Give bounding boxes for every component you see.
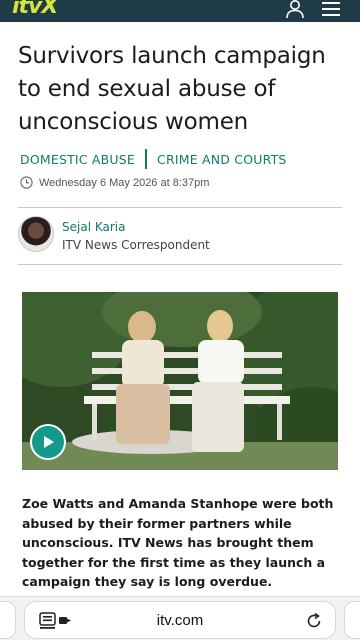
author-avatar [18,216,54,252]
tag-separator [145,149,148,169]
clock-icon [20,176,33,189]
next-tab-edge[interactable] [344,601,360,639]
play-icon [44,436,54,448]
video-player[interactable] [22,292,338,470]
url-text[interactable]: itv.com [25,612,335,629]
author-byline[interactable]: Sejal Karia ITV News Correspondent [18,216,342,256]
address-bar[interactable]: itv.com [24,601,336,639]
reload-icon[interactable] [305,612,323,630]
publish-date: Wednesday 6 May 2026 at 8:37pm [20,176,209,189]
video-thumbnail [22,292,338,470]
tag-crime-and-courts[interactable]: CRIME AND COURTS [157,152,287,167]
previous-tab-edge[interactable] [0,601,16,639]
author-name[interactable]: Sejal Karia [62,220,125,234]
hamburger-menu-icon[interactable] [320,1,342,17]
article-headline: Survivors launch campaign to end sexual … [18,43,326,135]
topic-tags: DOMESTIC ABUSE CRIME AND COURTS [20,149,287,169]
article-intro: Zoe Watts and Amanda Stanhope were both … [22,496,334,590]
itvx-logo[interactable]: itvX [12,0,58,19]
tag-domestic-abuse[interactable]: DOMESTIC ABUSE [20,152,135,167]
play-button[interactable] [30,424,66,460]
browser-toolbar: itv.com [0,596,360,640]
divider-bottom [18,264,342,265]
user-icon[interactable] [284,0,306,18]
app-header: itvX [0,0,360,22]
date-text: Wednesday 6 May 2026 at 8:37pm [39,176,210,189]
author-role: ITV News Correspondent [62,238,210,252]
divider-top [18,207,342,208]
